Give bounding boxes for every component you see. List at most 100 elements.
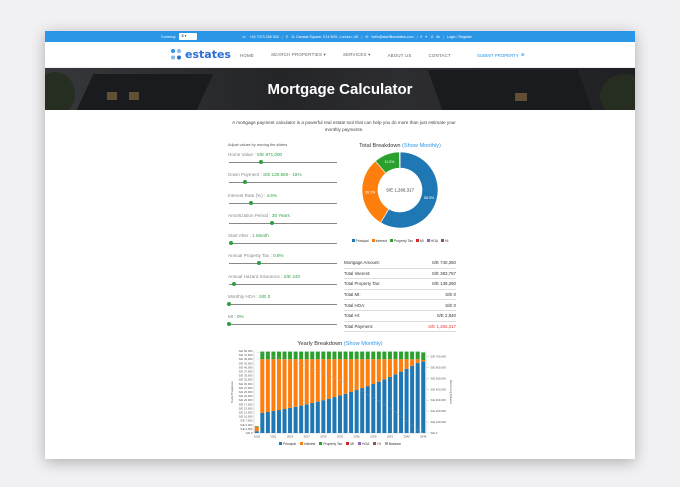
bar-tax-2042[interactable]	[387, 351, 392, 360]
nav-search-properties[interactable]: SEARCH PROPERTIES ▾	[271, 52, 326, 58]
bar-interest-2022[interactable]	[276, 359, 281, 411]
slider-handle[interactable]	[232, 281, 237, 286]
bar-interest-2039[interactable]	[371, 359, 376, 384]
bar-interest-2046[interactable]	[410, 359, 415, 366]
bar-principal-2029[interactable]	[315, 401, 320, 433]
bar-interest-2047[interactable]	[415, 359, 420, 363]
phone-text[interactable]: +44 7073 258 326	[250, 35, 279, 39]
slider-track[interactable]	[229, 283, 337, 285]
bar-principal-2042[interactable]	[387, 376, 392, 433]
bar-interest-2048[interactable]	[421, 360, 426, 362]
bar-interest-2044[interactable]	[399, 359, 404, 372]
linkedin-icon[interactable]: in	[437, 35, 440, 39]
bar-principal-2034[interactable]	[343, 393, 348, 433]
bar-principal-2022[interactable]	[276, 410, 281, 433]
slider-track[interactable]	[229, 304, 337, 306]
legend-item-hoa[interactable]: HOA	[426, 239, 438, 243]
nav-contact[interactable]: CONTACT	[428, 53, 450, 58]
bar-interest-2025[interactable]	[293, 359, 298, 407]
bar-principal-2038[interactable]	[365, 386, 370, 433]
bar-interest-2038[interactable]	[365, 359, 370, 387]
bar-interest-2040[interactable]	[376, 359, 381, 382]
bar-legend-item-interest[interactable]: Interest	[299, 442, 315, 446]
bar-principal-2024[interactable]	[288, 407, 293, 433]
bar-tax-2037[interactable]	[360, 351, 365, 360]
bar-tax-2023[interactable]	[282, 351, 287, 360]
bar-principal-2018[interactable]	[254, 431, 259, 433]
bar-principal-2043[interactable]	[393, 374, 398, 433]
slider-handle[interactable]	[270, 220, 275, 225]
bar-principal-2048[interactable]	[421, 361, 426, 433]
bar-principal-2035[interactable]	[349, 392, 354, 433]
bar-principal-2033[interactable]	[338, 395, 342, 433]
bar-interest-2042[interactable]	[387, 359, 392, 377]
bar-tax-2046[interactable]	[410, 351, 415, 360]
bar-tax-2043[interactable]	[393, 351, 398, 360]
bar-interest-2020[interactable]	[265, 359, 270, 413]
bar-tax-2045[interactable]	[404, 351, 409, 360]
bar-principal-2021[interactable]	[271, 411, 276, 433]
slider-track[interactable]	[229, 263, 337, 265]
bar-principal-2023[interactable]	[282, 409, 287, 433]
bar-interest-2045[interactable]	[404, 359, 409, 369]
slider-track[interactable]	[229, 222, 337, 224]
bar-tax-2021[interactable]	[271, 351, 276, 360]
bar-interest-2034[interactable]	[343, 359, 348, 394]
bar-interest-2031[interactable]	[326, 359, 331, 399]
slider-handle[interactable]	[243, 180, 248, 185]
bar-interest-2026[interactable]	[299, 359, 304, 406]
bar-tax-2039[interactable]	[371, 351, 376, 360]
legend-item-principal[interactable]: Principal	[351, 239, 369, 243]
bar-principal-2036[interactable]	[354, 390, 359, 433]
bar-interest-2019[interactable]	[260, 359, 265, 413]
legend-item-interest[interactable]: Interest	[371, 239, 387, 243]
slider-handle[interactable]	[259, 160, 264, 164]
bar-tax-2030[interactable]	[321, 351, 326, 360]
nav-services[interactable]: SERVICES ▾	[343, 52, 371, 58]
submit-property-button[interactable]: SUBMIT PROPERTY ⊕	[477, 42, 525, 68]
bar-principal-2026[interactable]	[299, 405, 304, 433]
bar-interest-2023[interactable]	[282, 359, 287, 410]
bar-tax-2047[interactable]	[415, 351, 420, 360]
bar-tax-2048[interactable]	[421, 352, 426, 361]
facebook-icon[interactable]: f	[421, 35, 422, 39]
slider-track[interactable]	[229, 162, 337, 163]
bar-tax-2028[interactable]	[310, 351, 315, 360]
bar-interest-2030[interactable]	[321, 359, 326, 401]
bar-tax-2038[interactable]	[365, 351, 370, 360]
slider-handle[interactable]	[227, 302, 231, 307]
currency-select[interactable]: $ ▾	[178, 33, 197, 40]
bar-principal-2019[interactable]	[260, 412, 265, 433]
bar-tax-2032[interactable]	[332, 351, 337, 360]
twitter-icon[interactable]: ✦	[425, 35, 428, 39]
bar-principal-2045[interactable]	[404, 368, 409, 433]
bar-principal-2028[interactable]	[310, 402, 315, 433]
bar-principal-2046[interactable]	[410, 365, 415, 433]
bar-interest-2036[interactable]	[354, 359, 359, 391]
slider-track[interactable]	[229, 202, 337, 204]
bar-interest-2037[interactable]	[360, 359, 365, 389]
show-monthly-toggle[interactable]: (Show Monthly)	[402, 143, 441, 149]
bar-legend-item-mi[interactable]: MI	[346, 442, 354, 446]
bar-principal-2030[interactable]	[321, 400, 326, 433]
bar-legend-item-balance[interactable]: Balance	[384, 442, 401, 446]
bar-tax-2026[interactable]	[299, 351, 304, 360]
slider-handle[interactable]	[248, 200, 253, 205]
bar-interest-2018[interactable]	[254, 426, 259, 432]
bar-tax-2036[interactable]	[354, 351, 359, 360]
bar-tax-2031[interactable]	[326, 351, 331, 360]
bar-legend-item-hoa[interactable]: HOA	[358, 442, 369, 446]
slider-handle[interactable]	[257, 261, 262, 266]
bar-interest-2028[interactable]	[310, 359, 315, 403]
bar-tax-2034[interactable]	[343, 351, 348, 360]
bar-tax-2029[interactable]	[315, 351, 320, 360]
bar-principal-2032[interactable]	[332, 397, 337, 433]
bar-legend-item-principal[interactable]: Principal	[278, 442, 296, 446]
bar-tax-2019[interactable]	[260, 351, 265, 360]
bar-principal-2037[interactable]	[360, 388, 365, 433]
bar-interest-2024[interactable]	[288, 359, 293, 408]
slider-track[interactable]	[229, 243, 337, 245]
nav-home[interactable]: HOME	[240, 53, 254, 58]
bar-tax-2035[interactable]	[349, 351, 354, 360]
bar-tax-2024[interactable]	[288, 351, 293, 360]
